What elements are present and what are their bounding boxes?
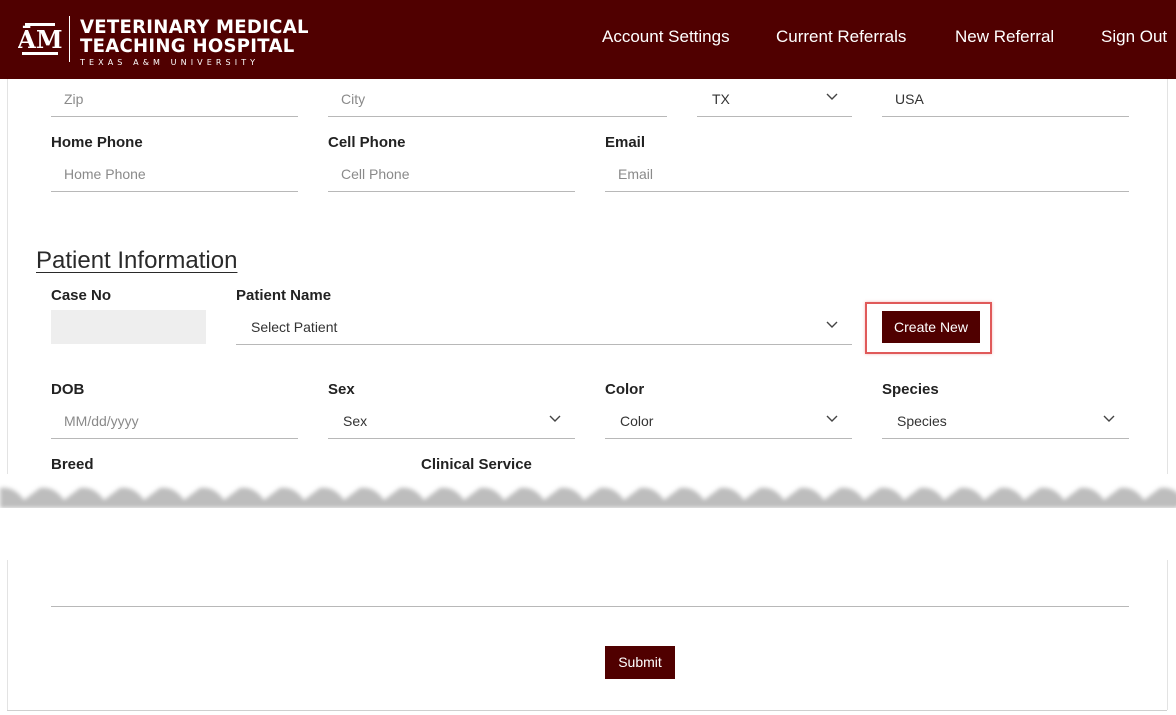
city-input[interactable]: City	[328, 81, 667, 117]
case-no-field	[51, 310, 206, 344]
logo-line-2: TEACHING HOSPITAL	[80, 35, 295, 57]
email-input[interactable]: Email	[605, 156, 1129, 192]
patient-select[interactable]: Select Patient	[236, 309, 852, 345]
color-value: Color	[620, 413, 654, 429]
page-border-right	[1167, 79, 1168, 484]
clinical-service-label: Clinical Service	[421, 456, 532, 473]
patient-name-label: Patient Name	[236, 287, 332, 304]
sex-select[interactable]: Sex	[328, 403, 575, 439]
color-select[interactable]: Color	[605, 403, 852, 439]
atm-logo-icon[interactable]: ĀM	[18, 18, 62, 60]
dob-placeholder: MM/dd/yyyy	[64, 413, 139, 429]
email-placeholder: Email	[618, 166, 654, 182]
home-phone-label: Home Phone	[51, 134, 143, 151]
chevron-down-icon	[1103, 415, 1115, 422]
nav-sign-out[interactable]: Sign Out	[1101, 27, 1167, 47]
cell-phone-label: Cell Phone	[328, 134, 406, 151]
svg-text:ĀM: ĀM	[18, 25, 62, 54]
patient-information-title: Patient Information	[36, 247, 238, 274]
nav-current-referrals[interactable]: Current Referrals	[776, 27, 906, 47]
sex-value: Sex	[343, 413, 368, 429]
chevron-down-icon	[549, 415, 561, 422]
country-value: USA	[895, 91, 924, 107]
patient-select-placeholder: Select Patient	[251, 319, 338, 335]
country-input[interactable]: USA	[882, 81, 1129, 117]
cell-phone-input[interactable]: Cell Phone	[328, 156, 575, 192]
cell-phone-placeholder: Cell Phone	[341, 166, 410, 182]
nav-account-settings[interactable]: Account Settings	[602, 27, 730, 47]
page-border-left	[7, 79, 8, 484]
site-header: ĀM VETERINARY MEDICAL TEACHING HOSPITAL …	[0, 0, 1176, 79]
page-bottom-border	[7, 710, 1167, 711]
state-select[interactable]: TX	[697, 81, 852, 117]
case-no-label: Case No	[51, 287, 112, 304]
home-phone-input[interactable]: Home Phone	[51, 156, 298, 192]
breed-label: Breed	[51, 456, 94, 473]
chevron-down-icon	[826, 321, 838, 328]
dob-label: DOB	[51, 381, 85, 398]
dob-input[interactable]: MM/dd/yyyy	[51, 403, 298, 439]
logo-divider	[69, 16, 70, 62]
torn-edge-divider	[0, 474, 1176, 564]
zip-input[interactable]: Zip	[51, 81, 298, 117]
species-label: Species	[882, 381, 939, 398]
logo-line-3: TEXAS A&M UNIVERSITY	[80, 58, 260, 67]
page-border-left-lower	[7, 560, 8, 710]
page-border-right-lower	[1167, 560, 1168, 710]
color-label: Color	[605, 381, 645, 398]
chevron-down-icon	[826, 93, 838, 100]
form-divider	[51, 606, 1129, 607]
species-select[interactable]: Species	[882, 403, 1129, 439]
email-label: Email	[605, 134, 646, 151]
home-phone-placeholder: Home Phone	[64, 166, 146, 182]
nav-new-referral[interactable]: New Referral	[955, 27, 1054, 47]
zip-placeholder: Zip	[64, 91, 84, 107]
chevron-down-icon	[826, 415, 838, 422]
create-new-button[interactable]: Create New	[882, 311, 980, 343]
sex-label: Sex	[328, 381, 355, 398]
submit-button[interactable]: Submit	[605, 646, 675, 679]
state-value: TX	[712, 91, 730, 107]
species-value: Species	[897, 413, 947, 429]
hospital-logo-text[interactable]: VETERINARY MEDICAL TEACHING HOSPITAL TEX…	[80, 18, 321, 67]
city-placeholder: City	[341, 91, 366, 107]
